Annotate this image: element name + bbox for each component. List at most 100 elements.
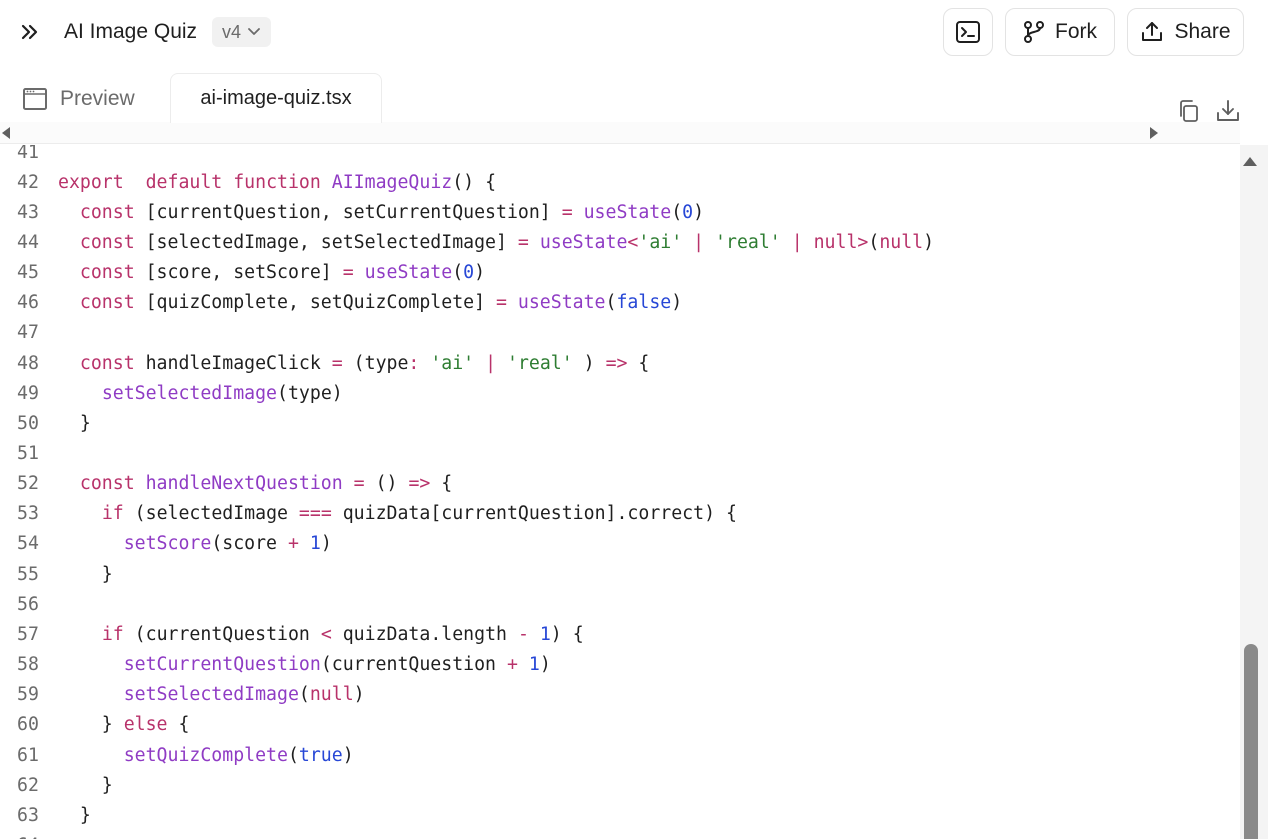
code-token: true: [298, 744, 343, 766]
fork-label: Fork: [1055, 20, 1097, 43]
code-editor[interactable]: 41 42 export default function AIImageQuiz (…: [0, 145, 1240, 839]
code-token: (score: [211, 533, 288, 555]
code-token: [currentQuestion, setCurrentQuestion]: [134, 201, 562, 223]
share-button[interactable]: Share: [1127, 8, 1244, 56]
scroll-right-arrow[interactable]: [1150, 127, 1158, 139]
code-token: quizData.length: [331, 623, 518, 645]
code-token: useState: [364, 262, 453, 284]
code-token: export: [58, 171, 124, 193]
version-selector[interactable]: v4: [212, 17, 272, 47]
version-label: v4: [222, 21, 242, 42]
code-line: 47: [0, 318, 1240, 348]
tab-preview[interactable]: Preview: [22, 84, 135, 114]
line-number: 59: [17, 684, 39, 706]
code-token: =: [561, 201, 573, 223]
code-token: AIImageQuiz: [331, 171, 453, 193]
line-number: 51: [17, 443, 39, 464]
code-token: handleImageClick: [134, 352, 332, 374]
code-line: 44 const [selectedImage, setSelectedImag…: [0, 227, 1240, 257]
download-button[interactable]: [1213, 96, 1243, 126]
app-title: AI Image Quiz: [64, 20, 198, 43]
line-number: 53: [17, 503, 39, 525]
code-token: (: [452, 262, 464, 284]
code-token: 'ai': [430, 352, 475, 374]
top-bar: AI Image Quiz v4 Fork Share: [0, 0, 1268, 64]
code-text: const handleNextQuestion = () => {: [58, 473, 452, 494]
code-text: } else {: [58, 714, 190, 736]
code-token: const: [79, 473, 135, 495]
code-token: =: [331, 352, 343, 374]
code-token: +: [287, 533, 299, 555]
code-token: setCurrentQuestion: [123, 654, 321, 676]
scrollbar-thumb[interactable]: [1244, 644, 1258, 839]
expand-sidebar-button[interactable]: [16, 18, 44, 46]
code-token: ): [320, 533, 332, 555]
scroll-up-arrow[interactable]: [1243, 157, 1257, 166]
code-token: 'real': [715, 231, 781, 253]
code-token: if: [101, 503, 124, 525]
code-line: 59 setSelectedImage(null): [0, 680, 1240, 710]
code-token: (: [868, 231, 880, 253]
code-line: 55 }: [0, 559, 1240, 589]
code-token: <: [627, 231, 639, 253]
code-token: (currentQuestion: [123, 623, 321, 645]
code-token: useState: [517, 292, 606, 314]
horizontal-scrollbar[interactable]: [0, 122, 1240, 144]
scroll-left-arrow[interactable]: [2, 127, 10, 139]
fork-icon: [1024, 21, 1044, 43]
code-token: function: [222, 171, 321, 193]
code-text: setSelectedImage(type): [58, 383, 343, 404]
line-number: 41: [17, 145, 39, 163]
copy-button[interactable]: [1174, 96, 1204, 126]
code-line: 41: [0, 145, 1240, 167]
code-token: }: [58, 714, 124, 736]
line-number: 61: [17, 744, 39, 766]
code-token: }: [58, 563, 113, 585]
share-icon: [1142, 22, 1163, 41]
code-token: [selectedImage, setSelectedImage]: [134, 231, 518, 253]
code-token: (): [364, 473, 409, 495]
code-text: const [score, setScore] = useState(0): [58, 262, 485, 283]
code-line: 45 const [score, setScore] = useState(0): [0, 258, 1240, 288]
tab-file[interactable]: ai-image-quiz.tsx: [170, 73, 382, 123]
code-text: setQuizComplete(true): [58, 745, 354, 766]
code-token: 1: [309, 533, 321, 555]
line-number: 42: [17, 171, 39, 193]
code-line: 61 setQuizComplete(true): [0, 740, 1240, 770]
expand-sidebar-icon: [21, 24, 38, 40]
code-token: (: [298, 684, 310, 706]
code-token: |: [791, 231, 803, 253]
code-text: }: [58, 775, 113, 796]
fork-button[interactable]: Fork: [1005, 8, 1115, 56]
code-token: ): [671, 292, 683, 314]
code-token: else: [123, 714, 168, 736]
code-token: (currentQuestion: [320, 654, 507, 676]
code-token: setSelectedImage: [101, 382, 278, 404]
code-token: quizData[currentQuestion].correct) {: [331, 503, 737, 525]
line-number: 48: [17, 352, 39, 374]
code-token: setScore: [123, 533, 212, 555]
code-token: ): [539, 654, 551, 676]
terminal-button[interactable]: [943, 8, 993, 56]
code-token: default: [145, 171, 223, 193]
code-text: }: [58, 564, 113, 585]
code-line: 57 if (currentQuestion < quizData.length…: [0, 619, 1240, 649]
code-token: 0: [682, 201, 694, 223]
line-number: 58: [17, 654, 39, 676]
code-line: 49 setSelectedImage(type): [0, 378, 1240, 408]
code-line: 58 setCurrentQuestion(currentQuestion + …: [0, 650, 1240, 680]
code-line: 62 }: [0, 770, 1240, 800]
line-number: 55: [17, 563, 39, 585]
